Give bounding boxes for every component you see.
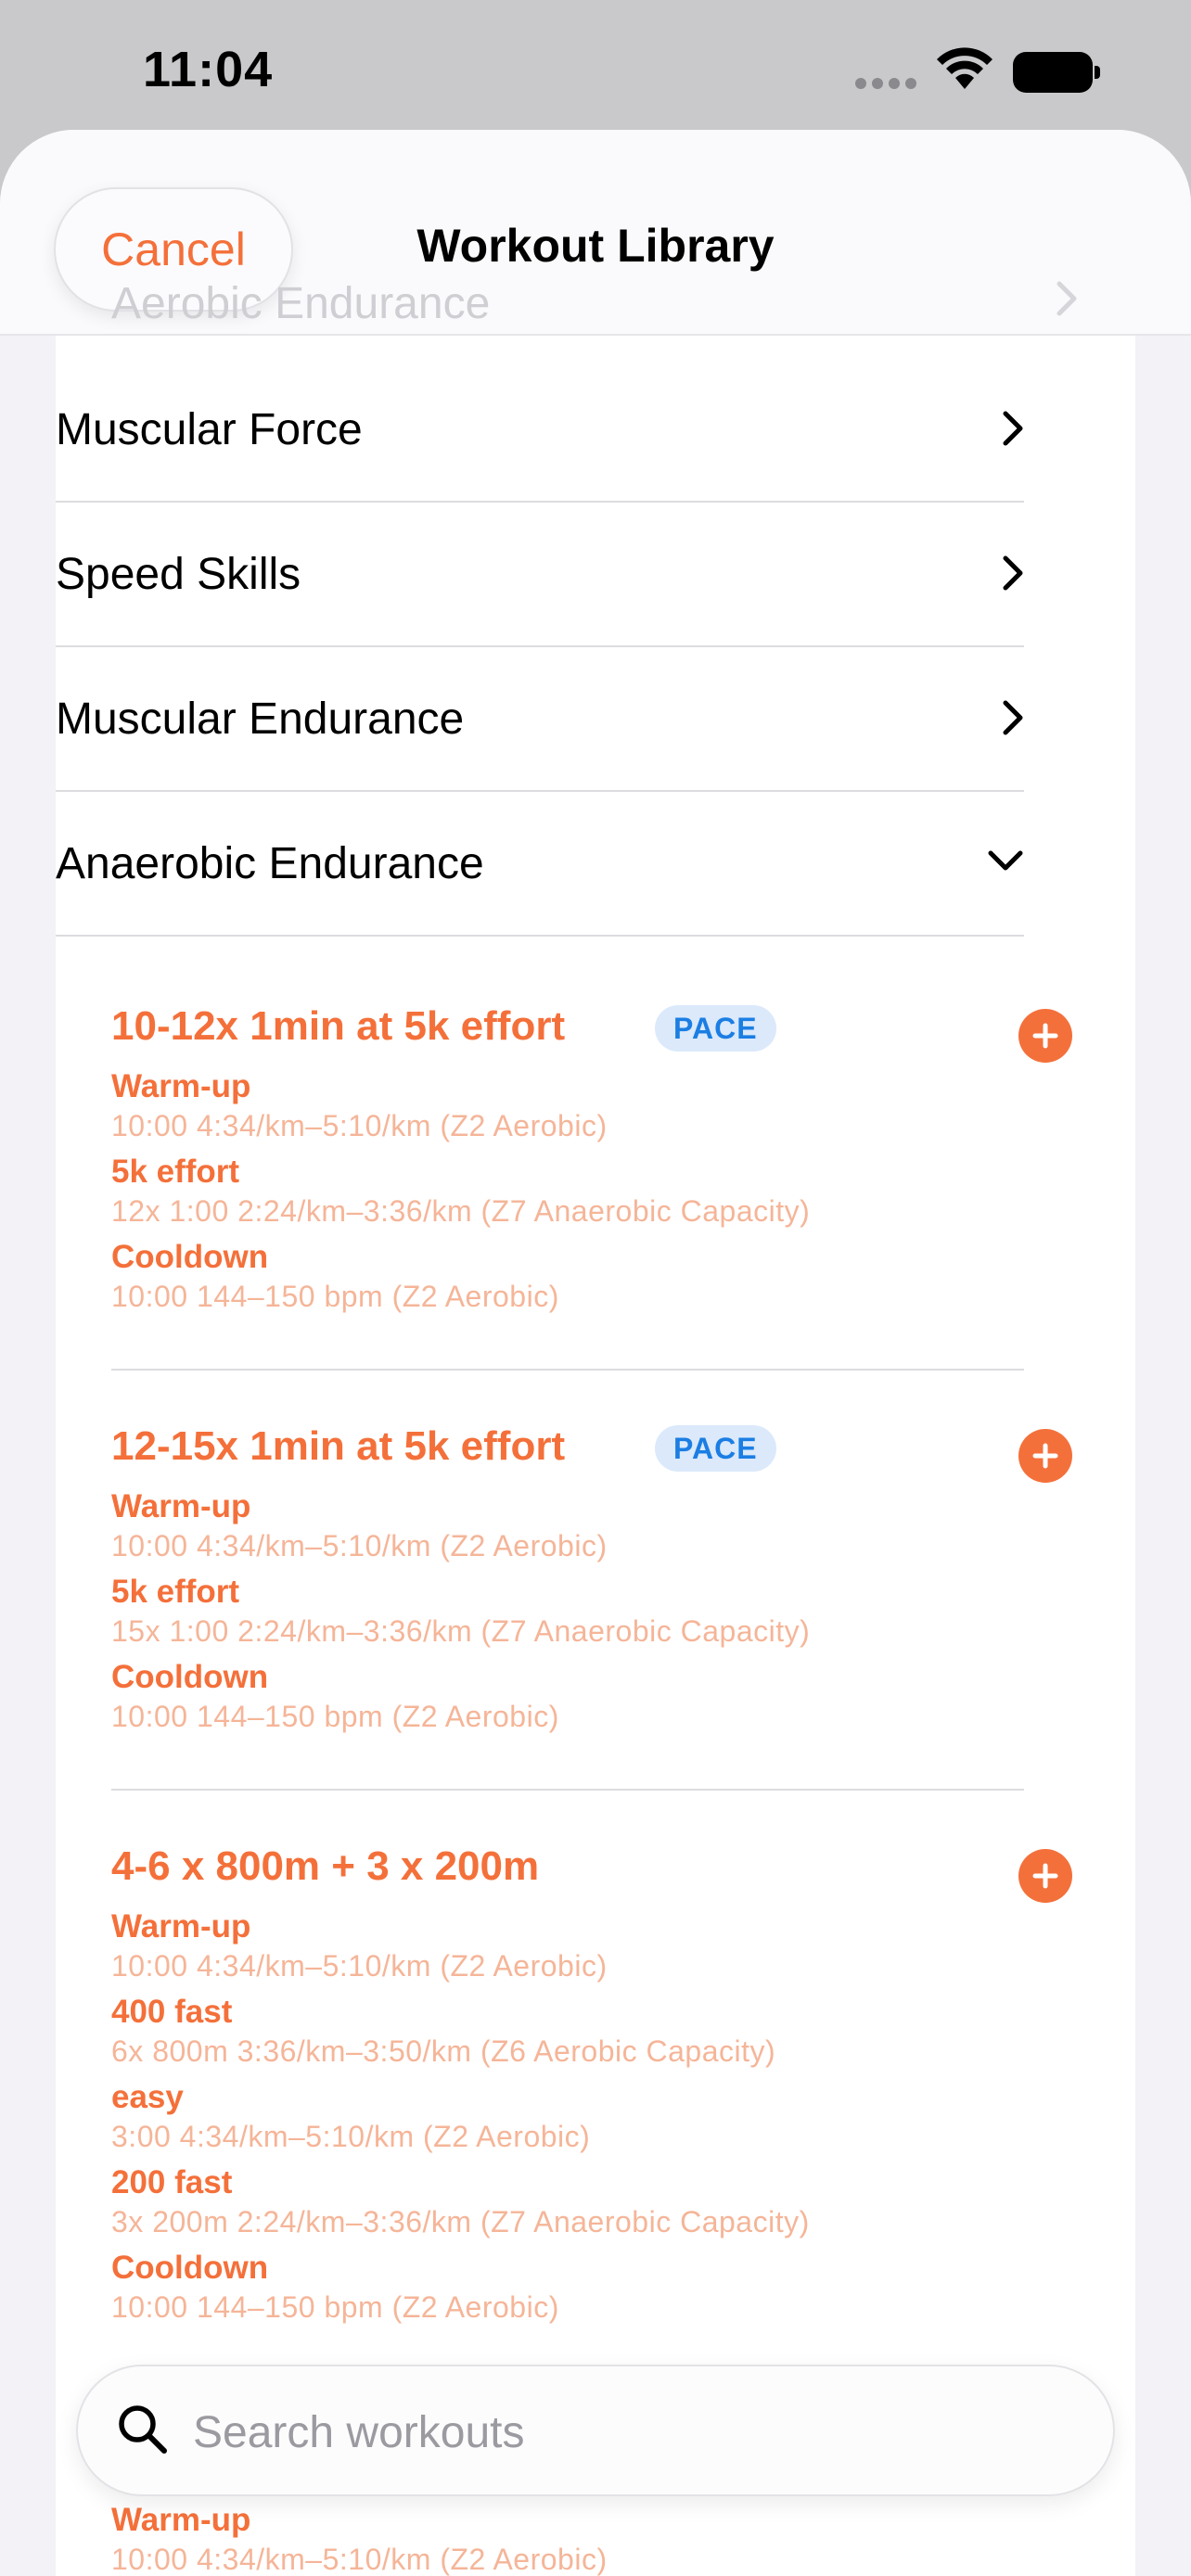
chevron-right-icon: [1057, 281, 1077, 316]
category-label: Anaerobic Endurance: [56, 839, 484, 888]
category-label: Speed Skills: [56, 550, 301, 599]
divider: [111, 1369, 1024, 1371]
search-icon: [119, 2405, 167, 2454]
workout-library-sheet: Cancel Workout Library Aerobic Endurance…: [0, 130, 1191, 2576]
step-name: 5k effort: [111, 1574, 240, 1610]
chevron-right-icon: [1003, 555, 1023, 591]
step-detail: 3x 200m 2:24/km–3:36/km (Z7 Anaerobic Ca…: [111, 2205, 810, 2238]
category-row-aerobic-endurance-label[interactable]: Aerobic Endurance: [111, 278, 490, 329]
plus-icon: [1032, 1863, 1058, 1889]
chevron-right-icon: [1003, 411, 1023, 446]
workout-item[interactable]: 10-12x 1min at 5k effort PACE Warm-up 10…: [111, 1003, 1072, 1402]
battery-icon: [1013, 52, 1100, 93]
step-detail: 6x 800m 3:36/km–3:50/km (Z6 Aerobic Capa…: [111, 2034, 776, 2068]
step-detail: 10:00 144–150 bpm (Z2 Aerobic): [111, 2290, 559, 2324]
step-detail: 3:00 4:34/km–5:10/km (Z2 Aerobic): [111, 2120, 591, 2153]
page-title: Workout Library: [416, 220, 775, 272]
step-name: Cooldown: [111, 2250, 269, 2286]
step-name: 200 fast: [111, 2164, 233, 2200]
step-detail: 10:00 144–150 bpm (Z2 Aerobic): [111, 1280, 559, 1313]
status-bar: 11:04: [0, 0, 1191, 130]
add-workout-button[interactable]: [1018, 1429, 1072, 1483]
step-name: Warm-up: [111, 1068, 251, 1104]
chevron-right-icon: [1003, 700, 1023, 735]
step-name: easy: [111, 2079, 184, 2115]
step-name: Warm-up: [111, 2502, 251, 2538]
wifi-icon: [937, 47, 992, 89]
workout-item[interactable]: Warm-up 10:00 4:34/km–5:10/km (Z2 Aerobi…: [111, 2502, 1024, 2576]
plus-icon: [1032, 1023, 1058, 1049]
category-label: Muscular Endurance: [56, 695, 465, 744]
cellular-signal-icon: [855, 78, 920, 89]
workout-title: 10-12x 1min at 5k effort: [111, 1003, 566, 1049]
step-name: Warm-up: [111, 1488, 251, 1524]
plus-icon: [1032, 1443, 1058, 1469]
category-row-speed-skills[interactable]: Speed Skills: [56, 503, 1024, 647]
step-detail: 12x 1:00 2:24/km–3:36/km (Z7 Anaerobic C…: [111, 1194, 811, 1228]
step-detail: 10:00 4:34/km–5:10/km (Z2 Aerobic): [111, 2543, 608, 2576]
workout-item[interactable]: 12-15x 1min at 5k effort PACE Warm-up 10…: [111, 1423, 1072, 1822]
divider: [111, 1789, 1024, 1791]
step-detail: 10:00 144–150 bpm (Z2 Aerobic): [111, 1700, 559, 1733]
pace-badge: PACE: [655, 1425, 776, 1472]
workout-title: 12-15x 1min at 5k effort: [111, 1423, 566, 1469]
step-name: Cooldown: [111, 1659, 269, 1695]
chevron-down-icon: [988, 850, 1023, 871]
step-detail: 10:00 4:34/km–5:10/km (Z2 Aerobic): [111, 1949, 608, 1983]
step-name: Cooldown: [111, 1239, 269, 1275]
status-time: 11:04: [143, 42, 274, 97]
add-workout-button[interactable]: [1018, 1009, 1072, 1063]
category-row-muscular-force[interactable]: Muscular Force: [56, 358, 1024, 503]
step-name: Warm-up: [111, 1908, 251, 1945]
step-name: 400 fast: [111, 1994, 233, 2030]
workout-title: 4-6 x 800m + 3 x 200m: [111, 1843, 540, 1889]
category-label: Muscular Force: [56, 405, 363, 454]
step-detail: 10:00 4:34/km–5:10/km (Z2 Aerobic): [111, 1109, 608, 1142]
step-detail: 10:00 4:34/km–5:10/km (Z2 Aerobic): [111, 1529, 608, 1562]
search-bar[interactable]: [76, 2365, 1115, 2496]
workout-item[interactable]: 4-6 x 800m + 3 x 200m Warm-up 10:00 4:34…: [111, 1843, 1072, 2418]
category-row-muscular-endurance[interactable]: Muscular Endurance: [56, 647, 1024, 792]
search-input[interactable]: [193, 2392, 1083, 2472]
add-workout-button[interactable]: [1018, 1849, 1072, 1903]
pace-badge: PACE: [655, 1005, 776, 1052]
step-detail: 15x 1:00 2:24/km–3:36/km (Z7 Anaerobic C…: [111, 1614, 811, 1648]
category-row-anaerobic-endurance[interactable]: Anaerobic Endurance: [56, 792, 1024, 937]
step-name: 5k effort: [111, 1154, 240, 1190]
